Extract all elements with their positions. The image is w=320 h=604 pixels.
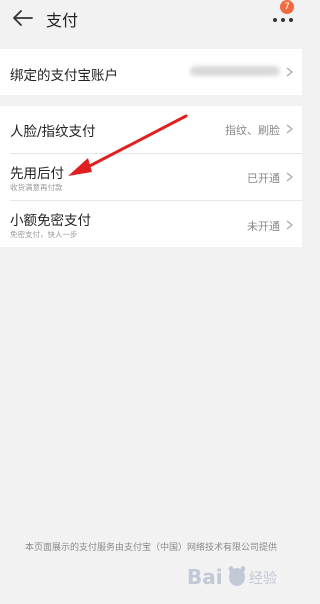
small-password-free-status: 未开通	[247, 220, 280, 233]
masked-account-value	[190, 66, 280, 76]
alipay-account-row[interactable]: 绑定的支付宝账户	[0, 49, 302, 95]
small-password-free-row[interactable]: 小额免密支付 免密支付，快人一步 未开通	[0, 201, 302, 247]
chevron-right-icon	[286, 172, 293, 182]
chevron-right-icon	[286, 67, 293, 77]
svg-text:Bai: Bai	[187, 565, 223, 589]
notification-badge: 7	[280, 0, 294, 14]
annotation-arrow-icon	[68, 114, 188, 176]
small-password-free-subtitle: 免密支付，快人一步	[10, 230, 78, 239]
baidu-jingyan-watermark-logo: Bai 经验	[187, 565, 277, 589]
chevron-right-icon	[286, 220, 293, 230]
pay-later-subtitle: 收货满意再付款	[10, 183, 63, 192]
face-fingerprint-pay-value: 指纹、刷脸	[225, 124, 280, 137]
alipay-account-label: 绑定的支付宝账户	[10, 68, 118, 84]
account-card: 绑定的支付宝账户	[0, 49, 302, 95]
small-password-free-label: 小额免密支付	[10, 213, 91, 229]
back-arrow-icon[interactable]	[12, 9, 34, 27]
footer-disclaimer: 本页面展示的支付服务由支付宝（中国）网络技术有限公司提供	[24, 543, 277, 553]
pay-later-status: 已开通	[247, 172, 280, 185]
more-options-icon[interactable]	[271, 12, 295, 24]
page-title: 支付	[46, 11, 79, 30]
pay-later-label: 先用后付	[10, 166, 64, 182]
top-bar: 支付 7	[0, 0, 302, 38]
chevron-right-icon	[286, 124, 293, 134]
svg-text:经验: 经验	[249, 571, 277, 587]
